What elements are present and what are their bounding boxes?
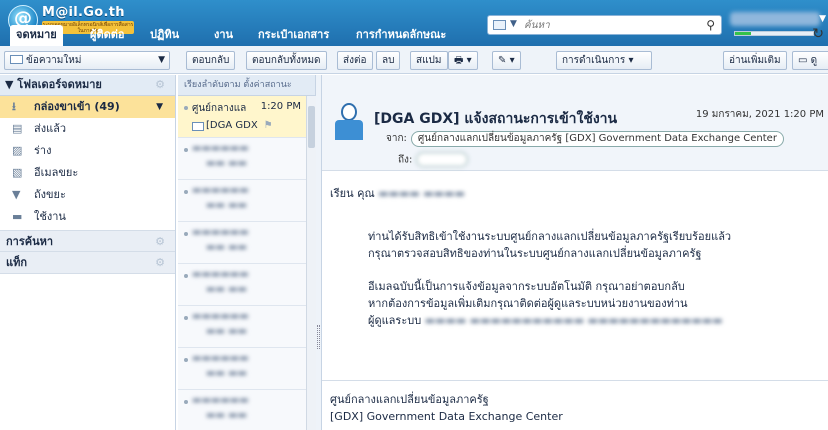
search-section-header[interactable]: การค้นหา ⚙: [0, 230, 175, 252]
view-icon: ▭: [798, 55, 808, 66]
sidebar-item-sent[interactable]: ▤ ส่งแล้ว: [0, 118, 175, 140]
envelope-icon: [192, 122, 204, 131]
sort-header[interactable]: เรียงลำดับตาม ตั้งค่าสถานะ: [178, 75, 315, 96]
new-message-button[interactable]: ข้อความใหม่ ▼: [4, 51, 170, 70]
sidebar-item-inbox[interactable]: ⭳ กล่องขาเข้า (49) ▼: [0, 96, 175, 118]
unread-dot: [184, 106, 188, 110]
folder-sidebar: ▼ โฟลเดอร์จดหมาย ⚙ ⭳ กล่องขาเข้า (49) ▼ ▤ ส่…: [0, 75, 176, 430]
tags-section-header[interactable]: แท็ก ⚙: [0, 252, 175, 274]
tag-button[interactable]: ✎ ▾: [492, 51, 521, 70]
actions-button[interactable]: การดำเนินการ ▾: [556, 51, 652, 70]
message-list: เรียงลำดับตาม ตั้งค่าสถานะ ศูนย์กลางแล 1:…: [178, 75, 316, 430]
message-header: [DGA GDX] แจ้งสถานะการเข้าใช้งาน 19 มกรา…: [322, 75, 828, 171]
avatar: [332, 103, 366, 143]
list-item[interactable]: ▬▬▬▬▬▬ ▬▬ ▬▬: [178, 306, 315, 348]
recipient-chip[interactable]: [416, 152, 469, 167]
gear-icon[interactable]: ⚙: [155, 231, 165, 253]
folders-header[interactable]: ▼ โฟลเดอร์จดหมาย ⚙: [0, 75, 175, 96]
folder-icon: ▬: [12, 210, 23, 223]
sidebar-item-active[interactable]: ▬ ใช้งาน: [0, 206, 175, 228]
tab-preferences[interactable]: การกำหนดลักษณะ: [350, 25, 452, 46]
sidebar-item-drafts[interactable]: ▨ ร่าง: [0, 140, 175, 162]
chevron-down-icon[interactable]: ▼: [156, 96, 163, 118]
reading-pane: [DGA GDX] แจ้งสถานะการเข้าใช้งาน 19 มกรา…: [322, 75, 828, 430]
tab-calendar[interactable]: ปฏิทิน: [144, 25, 185, 46]
trash-icon: ▼: [12, 188, 21, 201]
tab-mail[interactable]: จดหมาย: [10, 25, 63, 46]
printer-icon: 🖶: [454, 55, 464, 66]
message-subject: [DGA GDX: [206, 120, 258, 131]
reply-all-button[interactable]: ตอบกลับทั้งหมด: [246, 51, 327, 70]
reply-button[interactable]: ตอบกลับ: [186, 51, 236, 70]
mail-toolbar: ข้อความใหม่ ▼ ตอบกลับ ตอบกลับทั้งหมด ส่ง…: [0, 46, 828, 74]
refresh-icon[interactable]: ↻: [812, 26, 824, 42]
list-item[interactable]: ▬▬▬▬▬▬ ▬▬ ▬▬: [178, 180, 315, 222]
flag-icon[interactable]: ⚑: [264, 120, 273, 131]
message-date: 19 มกราคม, 2021 1:20 PM: [695, 109, 824, 120]
sender-chip[interactable]: ศูนย์กลางแลกเปลี่ยนข้อมูลภาครัฐ [GDX] Go…: [410, 131, 784, 147]
signature: ศูนย์กลางแลกเปลี่ยนข้อมูลภาครัฐ [GDX] Go…: [330, 393, 563, 423]
tab-contacts[interactable]: ผู้ติดต่อ: [84, 25, 130, 46]
print-button[interactable]: 🖶 ▾: [448, 51, 478, 70]
app-tabs: จดหมาย ผู้ติดต่อ ปฏิทิน งาน กระเป๋าเอกสา…: [0, 22, 828, 46]
sidebar-item-junk[interactable]: ▧ อีเมลขยะ: [0, 162, 175, 184]
tag-icon: ✎: [498, 55, 507, 66]
gear-icon[interactable]: ⚙: [155, 252, 165, 274]
list-item[interactable]: ▬▬▬▬▬▬ ▬▬ ▬▬: [178, 348, 315, 390]
list-scrollbar[interactable]: [306, 96, 316, 430]
to-line: ถึง:: [398, 152, 469, 168]
gear-icon[interactable]: ⚙: [155, 75, 165, 95]
inbox-icon: ⭳: [12, 100, 16, 113]
tab-tasks[interactable]: งาน: [208, 25, 239, 46]
view-button[interactable]: ▭ ดู: [792, 51, 828, 70]
logo-title: M@il.Go.th: [42, 5, 125, 20]
message-time: 1:20 PM: [260, 101, 301, 112]
list-item[interactable]: ▬▬▬▬▬▬ ▬▬ ▬▬: [178, 138, 315, 180]
list-item[interactable]: ▬▬▬▬▬▬ ▬▬ ▬▬: [178, 222, 315, 264]
spam-button[interactable]: สแปม: [410, 51, 448, 70]
sidebar-item-trash[interactable]: ▼ ถังขยะ: [0, 184, 175, 206]
tab-briefcase[interactable]: กระเป๋าเอกสาร: [252, 25, 335, 46]
top-bar: @ M@il.Go.th ระบบจดหมายอิเล็กทรอนิกส์เพื…: [0, 0, 828, 46]
from-line: จาก: ศูนย์กลางแลกเปลี่ยนข้อมูลภาครัฐ [GDX…: [386, 131, 784, 147]
greeting: เรียน คุณ ▬▬▬▬ ▬▬▬▬: [330, 187, 465, 200]
chevron-down-icon[interactable]: ▼: [158, 52, 165, 69]
envelope-icon: [10, 55, 23, 64]
message-body: เรียน คุณ ▬▬▬▬ ▬▬▬▬ ท่านได้รับสิทธิเข้าใ…: [322, 171, 828, 329]
message-sender: ศูนย์กลางแล: [192, 103, 247, 114]
drafts-icon: ▨: [12, 144, 23, 157]
list-item[interactable]: ศูนย์กลางแล 1:20 PM [DGA GDX ⚑: [178, 96, 315, 138]
list-item[interactable]: ▬▬▬▬▬▬ ▬▬ ▬▬: [178, 264, 315, 306]
forward-button[interactable]: ส่งต่อ: [337, 51, 373, 70]
list-item[interactable]: ▬▬▬▬▬▬ ▬▬ ▬▬: [178, 390, 315, 430]
sent-icon: ▤: [12, 122, 23, 135]
body-paragraph: อีเมลฉบับนี้เป็นการแจ้งข้อมูลจากระบบอัตโ…: [368, 280, 723, 327]
message-subject-title: [DGA GDX] แจ้งสถานะการเข้าใช้งาน: [374, 111, 618, 127]
junk-icon: ▧: [12, 166, 23, 179]
delete-button[interactable]: ลบ: [376, 51, 401, 70]
read-more-button[interactable]: อ่านเพิ่มเติม: [723, 51, 787, 70]
body-paragraph: ท่านได้รับสิทธิเข้าใช้งานระบบศูนย์กลางแล…: [368, 230, 732, 260]
